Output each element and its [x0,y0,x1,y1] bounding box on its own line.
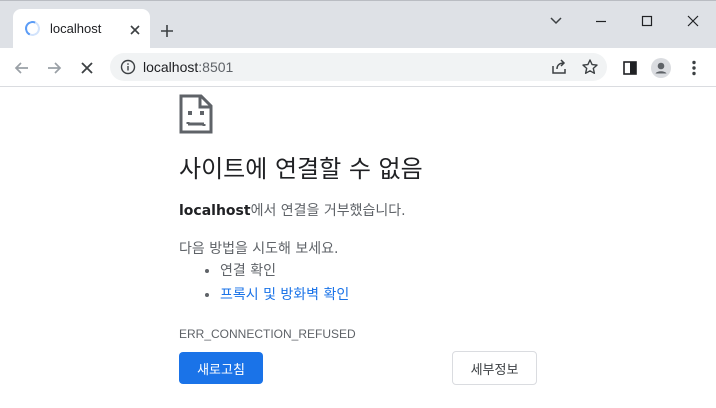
menu-kebab-icon[interactable] [684,58,704,78]
new-tab-icon[interactable] [160,23,174,37]
back-arrow-icon[interactable] [12,58,32,78]
forward-arrow-icon[interactable] [44,58,64,78]
url-port: :8501 [198,59,234,75]
error-page: 사이트에 연결할 수 없음 localhost에서 연결을 거부했습니다. 다음… [0,87,716,408]
url-text[interactable]: localhost:8501 [143,59,233,75]
error-host: localhost [179,203,251,219]
maximize-icon[interactable] [637,11,657,31]
address-bar[interactable]: localhost:8501 [110,53,607,81]
suggestion-check-connection: 연결 확인 [220,261,349,285]
error-message: localhost에서 연결을 거부했습니다. [179,200,406,220]
bookmark-star-icon[interactable] [580,57,600,77]
suggestions-list: 연결 확인 프록시 및 방화벽 확인 [202,261,349,309]
details-button[interactable]: 세부정보 [452,351,537,385]
error-message-suffix: 에서 연결을 거부했습니다. [250,203,406,219]
reload-button[interactable]: 새로고침 [179,352,263,384]
tab-strip: localhost [0,0,716,49]
browser-toolbar: localhost:8501 [0,48,716,87]
tab-search-icon[interactable] [546,11,566,31]
profile-avatar-icon[interactable] [651,58,671,78]
check-proxy-firewall-link[interactable]: 프록시 및 방화벽 확인 [220,287,349,303]
error-heading: 사이트에 연결할 수 없음 [179,155,423,183]
tab-title: localhost [50,21,102,36]
minimize-icon[interactable] [591,11,611,31]
stop-loading-icon[interactable] [77,58,97,78]
sad-document-icon [179,94,213,134]
window-close-icon[interactable] [683,11,703,31]
tab-close-icon[interactable] [128,22,142,36]
suggestions-intro: 다음 방법을 시도해 보세요. [179,241,339,257]
site-info-icon[interactable] [120,59,136,75]
suggestion-check-proxy-firewall[interactable]: 프록시 및 방화벽 확인 [220,285,349,309]
tab-localhost[interactable]: localhost [13,9,150,49]
error-code: ERR_CONNECTION_REFUSED [179,327,356,341]
side-panel-icon[interactable] [620,58,640,78]
share-icon[interactable] [549,57,569,77]
loading-spinner-icon [22,18,43,39]
suggestion-label: 연결 확인 [220,263,276,279]
url-host: localhost [143,59,199,75]
